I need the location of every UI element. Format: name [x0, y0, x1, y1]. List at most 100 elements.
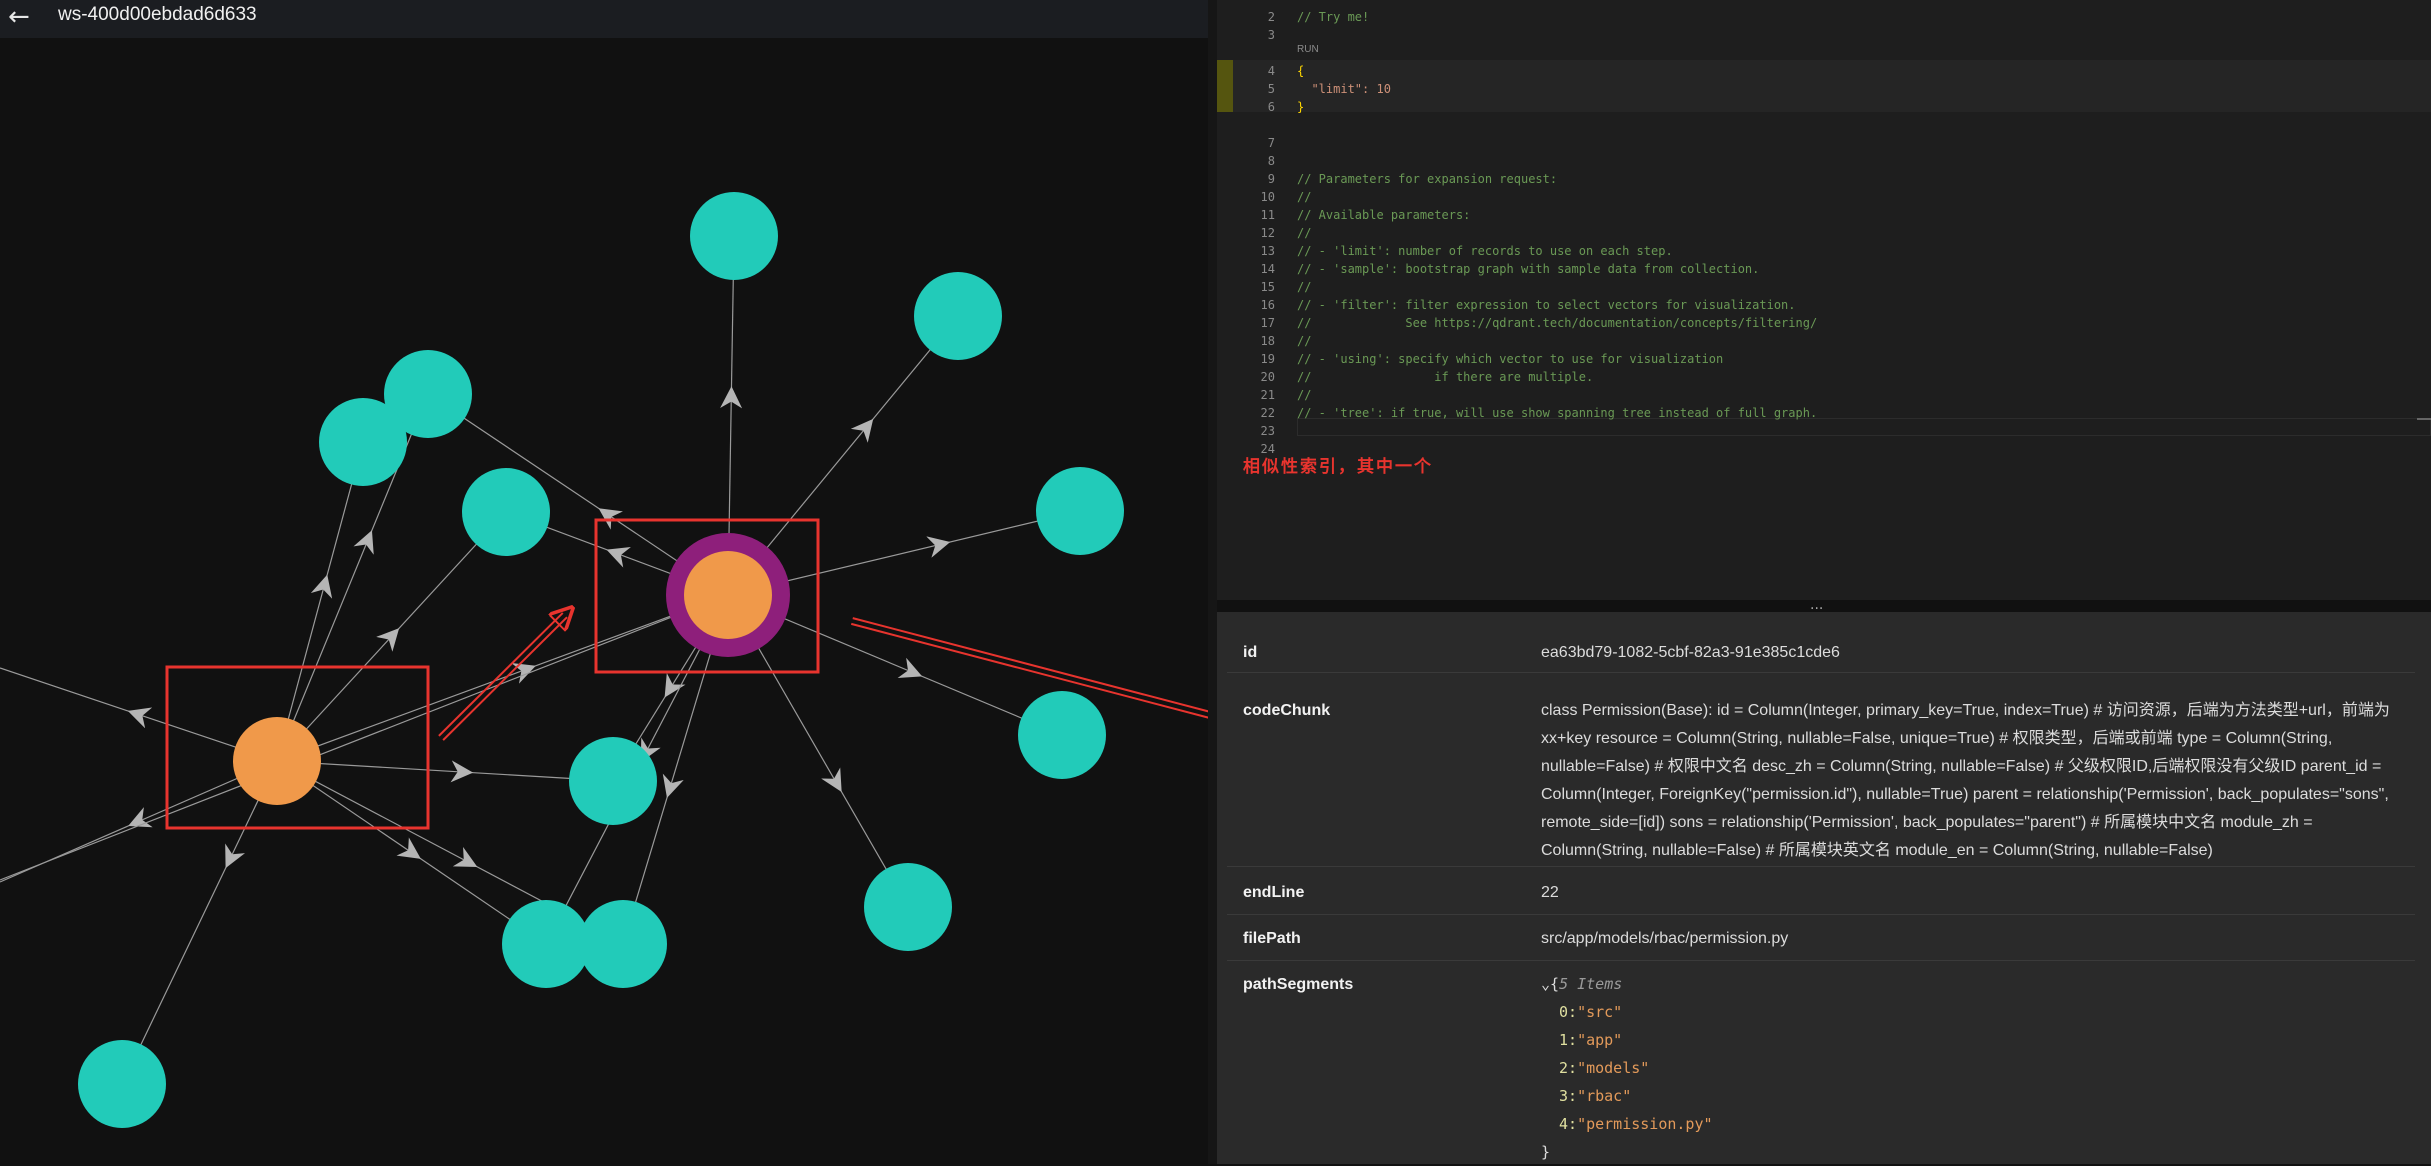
line-number: 18: [1217, 332, 1275, 350]
line-number: 19: [1217, 350, 1275, 368]
line-number: 12: [1217, 224, 1275, 242]
line-number: 17: [1217, 314, 1275, 332]
item-index: 2:: [1559, 1059, 1577, 1077]
pane-divider[interactable]: [1208, 0, 1217, 1164]
item-count: 5 Items: [1559, 975, 1622, 993]
item-value: "src": [1577, 1003, 1622, 1021]
list-item: 1:"app": [1541, 1026, 2411, 1054]
item-value: "rbac": [1577, 1087, 1631, 1105]
top-bar: ← ws-400d00ebdad6d633: [0, 0, 1208, 38]
list-item: 0:"src": [1541, 998, 2411, 1026]
json-close: }: [1541, 1138, 2411, 1166]
line-number: 16: [1217, 296, 1275, 314]
field-value: ea63bd79-1082-5cbf-82a3-91e385c1cde6: [1541, 639, 2411, 667]
annotation-arrow: [439, 613, 563, 736]
run-button[interactable]: RUN: [1297, 44, 1319, 55]
line-text: // Available parameters:: [1297, 206, 1470, 224]
table-row: filePath src/app/models/rbac/permission.…: [1227, 918, 2415, 961]
field-value: 22: [1541, 879, 2411, 907]
center-node-main[interactable]: [684, 551, 772, 639]
line-text: // Parameters for expansion request:: [1297, 170, 1557, 188]
graph-node[interactable]: [78, 1040, 166, 1128]
workspace-title: ws-400d00ebdad6d633: [58, 4, 257, 26]
table-row: id ea63bd79-1082-5cbf-82a3-91e385c1cde6: [1227, 634, 2415, 673]
scrollbar[interactable]: [2417, 418, 2431, 420]
line-number: 23: [1217, 422, 1275, 440]
table-row: codeChunk class Permission(Base): id = C…: [1227, 676, 2415, 867]
graph-node[interactable]: [864, 863, 952, 951]
arrow-left-icon[interactable]: ←: [8, 4, 30, 30]
panel-resize-handle[interactable]: ...: [1810, 597, 1823, 613]
graph-canvas[interactable]: [0, 38, 1208, 1164]
graph-node[interactable]: [690, 192, 778, 280]
graph-edge: [122, 761, 277, 1084]
item-index: 0:: [1559, 1003, 1577, 1021]
field-key: id: [1243, 644, 1257, 662]
line-text: // - 'tree': if true, will use show span…: [1297, 404, 1817, 422]
item-index: 3:: [1559, 1087, 1577, 1105]
graph-node[interactable]: [1036, 467, 1124, 555]
center-node[interactable]: [233, 717, 321, 805]
query-editor[interactable]: RUN 2// Try me!34{5 "limit": 106}789// P…: [1217, 0, 2431, 600]
list-item: 2:"models": [1541, 1054, 2411, 1082]
field-value: src/app/models/rbac/permission.py: [1541, 925, 2411, 953]
graph-node[interactable]: [579, 900, 667, 988]
item-value: "models": [1577, 1059, 1649, 1077]
line-number: 15: [1217, 278, 1275, 296]
field-key: codeChunk: [1243, 702, 1330, 720]
graph-node[interactable]: [502, 900, 590, 988]
graph-nodes: [78, 192, 1124, 1128]
list-item: 4:"permission.py": [1541, 1110, 2411, 1138]
run-block: [1233, 60, 2431, 112]
field-key: filePath: [1243, 930, 1301, 948]
line-text: // - 'sample': bootstrap graph with samp…: [1297, 260, 1759, 278]
point-details-panel: id ea63bd79-1082-5cbf-82a3-91e385c1cde6 …: [1217, 612, 2431, 1164]
line-number: 14: [1217, 260, 1275, 278]
field-key: pathSegments: [1243, 976, 1353, 994]
annotation-text: 相似性索引，其中一个: [1243, 452, 1433, 477]
line-text: // See https://qdrant.tech/documentation…: [1297, 314, 1817, 332]
graph-node[interactable]: [914, 272, 1002, 360]
table-row: endLine 22: [1227, 872, 2415, 915]
graph-edge: [277, 595, 728, 761]
line-number: 5: [1217, 80, 1275, 98]
line-text: // - 'using': specify which vector to us…: [1297, 350, 1723, 368]
line-number: 8: [1217, 152, 1275, 170]
table-row: pathSegments ⌄{5 Items 0:"src"1:"app"2:"…: [1227, 964, 2415, 1164]
line-text: //: [1297, 188, 1311, 206]
line-text: //: [1297, 224, 1311, 242]
field-key: endLine: [1243, 884, 1304, 902]
graph-node[interactable]: [1018, 691, 1106, 779]
line-text: // Try me!: [1297, 8, 1369, 26]
line-number: 20: [1217, 368, 1275, 386]
graph-node[interactable]: [569, 737, 657, 825]
line-number: 4: [1217, 62, 1275, 80]
line-number: 3: [1217, 26, 1275, 44]
item-index: 4:: [1559, 1115, 1577, 1133]
line-number: 9: [1217, 170, 1275, 188]
line-text: "limit": 10: [1297, 80, 1391, 98]
graph-edge: [277, 761, 613, 781]
graph-node[interactable]: [462, 468, 550, 556]
line-text: // - 'limit': number of records to use o…: [1297, 242, 1673, 260]
graph-node[interactable]: [319, 398, 407, 486]
line-number: 6: [1217, 98, 1275, 116]
line-text: }: [1297, 98, 1304, 116]
line-number: 10: [1217, 188, 1275, 206]
field-value: class Permission(Base): id = Column(Inte…: [1541, 697, 2411, 865]
line-number: 7: [1217, 134, 1275, 152]
expand-toggle[interactable]: ⌄{: [1541, 975, 1559, 993]
line-text: //: [1297, 278, 1311, 296]
line-number: 11: [1217, 206, 1275, 224]
list-item: 3:"rbac": [1541, 1082, 2411, 1110]
item-index: 1:: [1559, 1031, 1577, 1049]
line-text: //: [1297, 386, 1311, 404]
annotation-arrow-head: [571, 608, 572, 609]
item-value: "permission.py": [1577, 1115, 1712, 1133]
line-text: // if there are multiple.: [1297, 368, 1593, 386]
item-value: "app": [1577, 1031, 1622, 1049]
line-text: //: [1297, 332, 1311, 350]
json-viewer: ⌄{5 Items 0:"src"1:"app"2:"models"3:"rba…: [1541, 970, 2411, 1166]
line-number: 2: [1217, 8, 1275, 26]
line-number: 22: [1217, 404, 1275, 422]
